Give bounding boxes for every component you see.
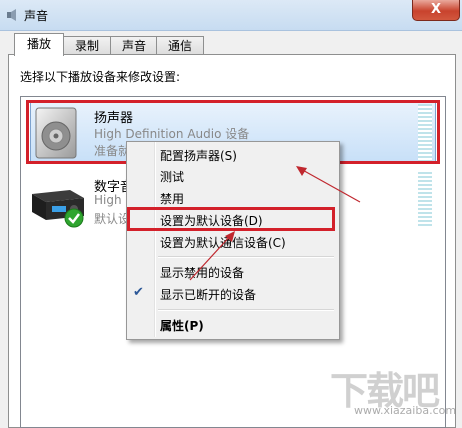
speaker-app-icon — [7, 9, 16, 21]
context-menu-gutter — [154, 142, 156, 337]
menu-item-test[interactable]: 测试 — [160, 168, 184, 185]
instruction-label: 选择以下播放设备来修改设置: — [20, 70, 181, 84]
highlight-box-set-default — [127, 207, 335, 231]
menu-item-show-disconnected[interactable]: 显示已断开的设备 — [160, 286, 256, 303]
watermark-url: www.xiazaiba.com — [354, 404, 457, 417]
menu-separator — [158, 256, 334, 258]
watermark-logo: 下载吧 — [330, 369, 440, 413]
menu-item-set-default-communication[interactable]: 设置为默认通信设备(C) — [160, 234, 286, 251]
window-title: 声音 — [24, 9, 49, 23]
menu-item-properties[interactable]: 属性(P) — [160, 317, 204, 334]
tab-playback[interactable]: 播放 — [14, 33, 64, 56]
checkmark-icon: ✔ — [133, 285, 144, 300]
device-desc-digital: High — [94, 193, 122, 207]
menu-item-configure-speakers[interactable]: 配置扬声器(S) — [160, 147, 237, 164]
level-meter-digital — [418, 172, 432, 228]
menu-separator — [158, 309, 334, 311]
menu-item-disable[interactable]: 禁用 — [160, 190, 184, 207]
tab-sounds[interactable]: 声音 — [110, 36, 158, 55]
menu-item-show-disabled[interactable]: 显示禁用的设备 — [160, 264, 244, 281]
default-check-icon — [64, 208, 84, 228]
close-button[interactable]: X — [412, 0, 460, 21]
title-bar: 声音 X — [0, 0, 462, 31]
tab-recording[interactable]: 录制 — [62, 36, 112, 55]
tab-communications[interactable]: 通信 — [156, 36, 204, 55]
